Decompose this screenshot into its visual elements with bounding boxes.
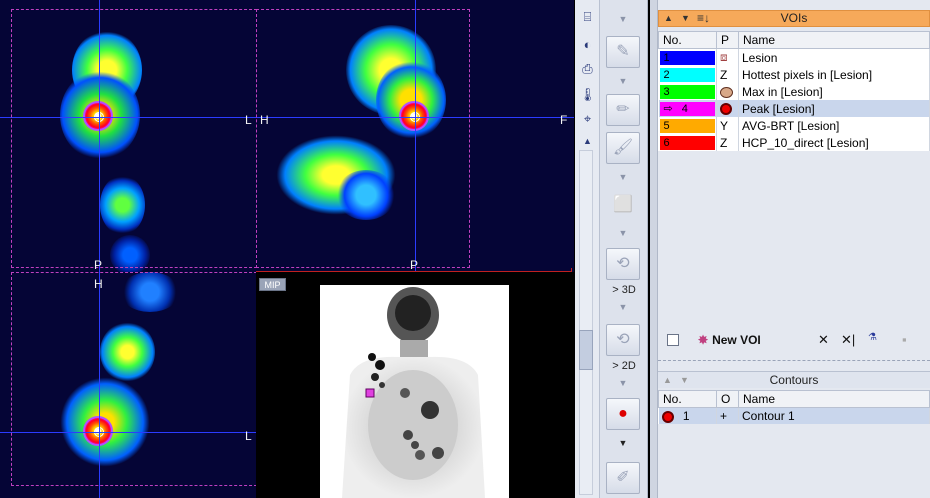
voi-color-swatch[interactable]: 1 [659,51,715,65]
voi-name: HCP_10_direct [Lesion] [738,134,930,151]
contours-title: Contours [769,373,819,387]
vois-title: VOIs [780,11,808,25]
mip-body-image [342,287,485,498]
active-arrow-icon: ⇨ [663,103,676,115]
table-row[interactable]: 5 Y AVG-BRT [Lesion] [658,117,930,134]
chevron-down-icon[interactable]: ▼ [618,378,628,388]
voi-name: Hottest pixels in [Lesion] [738,66,930,83]
voi-number: 3 [663,86,670,98]
layout-icon[interactable]: ⌸ [579,8,596,25]
voi-color-swatch[interactable]: 3 [659,85,715,99]
voi-toolbar: ✸ New VOI ✕ ✕| ⚗ ▪ [658,330,930,352]
voi-name: Max in [Lesion] [738,83,930,100]
column-header[interactable]: O [716,390,739,408]
table-row[interactable]: 3 Max in [Lesion] [658,83,930,100]
column-header[interactable]: Name [738,31,930,49]
chevron-down-icon[interactable]: ▼ [618,302,628,312]
chevron-down-icon[interactable]: ▼ [618,76,628,86]
voi-color-swatch[interactable]: 2 [659,68,715,82]
table-row[interactable]: 6 Z HCP_10_direct [Lesion] [658,134,930,151]
table-row[interactable]: ⇨ 4 Peak [Lesion] [658,100,930,117]
voi-p-cell: Z [716,66,739,83]
splitter[interactable] [658,360,930,370]
chevron-down-icon[interactable]: ▼ [618,228,628,238]
chevron-down-icon[interactable]: ▼ [618,438,628,448]
contour-color-icon [661,410,674,423]
voi-color-swatch[interactable]: 6 [659,136,715,150]
chevron-down-icon[interactable]: ▼ [618,172,628,182]
voi-p-cell: Z [716,134,739,151]
voi-tools-column: ▼ ✎ ▼ ✏ 🖌 ▼ ⬜ ▼ ⟲ > 3D ▼ ⟲ > 2D ▼ ● ▼ ✐ [600,0,648,498]
cube-button[interactable]: ⬜ [606,190,640,222]
voi-color-swatch[interactable]: ⇨ 4 [659,102,715,116]
voi-stats-icon[interactable]: ⚗ [868,332,877,343]
coronal-view[interactable]: L P [0,0,256,272]
column-header[interactable]: P [716,31,739,49]
voi-name: AVG-BRT [Lesion] [738,117,930,134]
brush-button[interactable]: 🖌 [606,132,640,164]
scrollbar-thumb[interactable] [579,330,593,370]
column-header[interactable]: No. [658,31,717,49]
vois-header: ▲ ▼ ≡↓ VOIs [658,10,930,27]
voi-panel: ▲ ▼ ≡↓ VOIs No. P Name 1 ⧈ Lesion 2 Z Hottest… [650,0,930,498]
peak-icon [720,102,732,116]
voi-name: Peak [Lesion] [738,100,930,117]
contours-table: No. O Name 1 + Contour 1 [658,390,930,424]
record-button[interactable]: ● [606,398,640,430]
cube-icon: ⧈ [720,50,728,64]
column-header[interactable]: No. [658,390,717,408]
new-voi-button[interactable]: ✸ New VOI [698,333,761,347]
to-3d-button[interactable]: ⟲ [606,248,640,280]
column-header[interactable]: Name [738,390,930,408]
wrench-button[interactable]: ✎ [606,36,640,68]
printer-icon[interactable]: ⎙ [579,60,596,77]
sphere-icon [720,85,733,99]
voi-number: 2 [663,69,670,81]
voi-color-swatch[interactable]: 5 [659,119,715,133]
mip-label[interactable]: MIP [259,278,286,291]
voi-name: Lesion [738,48,930,66]
voi-number: 5 [663,120,670,132]
mip-view[interactable] [320,285,509,498]
voi-p-cell: Y [716,117,739,134]
table-row[interactable]: 1 + Contour 1 [658,407,930,424]
thermometer-icon[interactable]: 🌡 [579,86,596,103]
voi-number: 4 [681,103,688,115]
tool-strip: ⌸ ◐ ⎙ 🌡 ⌖ ▲ [575,0,600,498]
pencil-button[interactable]: ✏ [606,94,640,126]
delete-all-icon[interactable]: ✕| [841,332,855,348]
orientation-label: H [260,113,269,127]
to-3d-label: > 3D [612,284,636,296]
sagittal-view[interactable]: H F P [256,0,574,272]
voi-number: 6 [663,137,670,149]
select-all-checkbox[interactable] [667,334,679,346]
vois-table: No. P Name 1 ⧈ Lesion 2 Z Hottest pixels in [… [658,31,930,151]
contours-header: ▲ ▼ Contours [658,371,930,388]
contrast-icon[interactable]: ◐ [579,36,596,53]
to-2d-label: > 2D [612,360,636,372]
crosshair-icon[interactable]: ⌖ [579,110,596,127]
axial-view[interactable]: H L [0,272,256,498]
chevron-down-icon[interactable]: ▼ [618,14,628,24]
scrollbar-track[interactable] [579,150,593,495]
orientation-label: L [245,113,252,127]
new-icon: ✸ [698,333,709,347]
scroll-up-icon[interactable]: ▲ [579,133,596,150]
to-2d-button[interactable]: ⟲ [606,324,640,356]
orientation-label: L [245,429,252,443]
table-row[interactable]: 1 ⧈ Lesion [658,48,930,66]
orientation-label: F [560,113,568,127]
delete-icon[interactable]: ✕ [818,332,829,348]
orientation-label: H [94,277,103,291]
voi-number: 1 [663,52,670,64]
disabled-box-icon[interactable]: ▪ [902,332,907,347]
table-row[interactable]: 2 Z Hottest pixels in [Lesion] [658,66,930,83]
eraser-button[interactable]: ✐ [606,462,640,494]
orientation-label: P [94,258,103,272]
